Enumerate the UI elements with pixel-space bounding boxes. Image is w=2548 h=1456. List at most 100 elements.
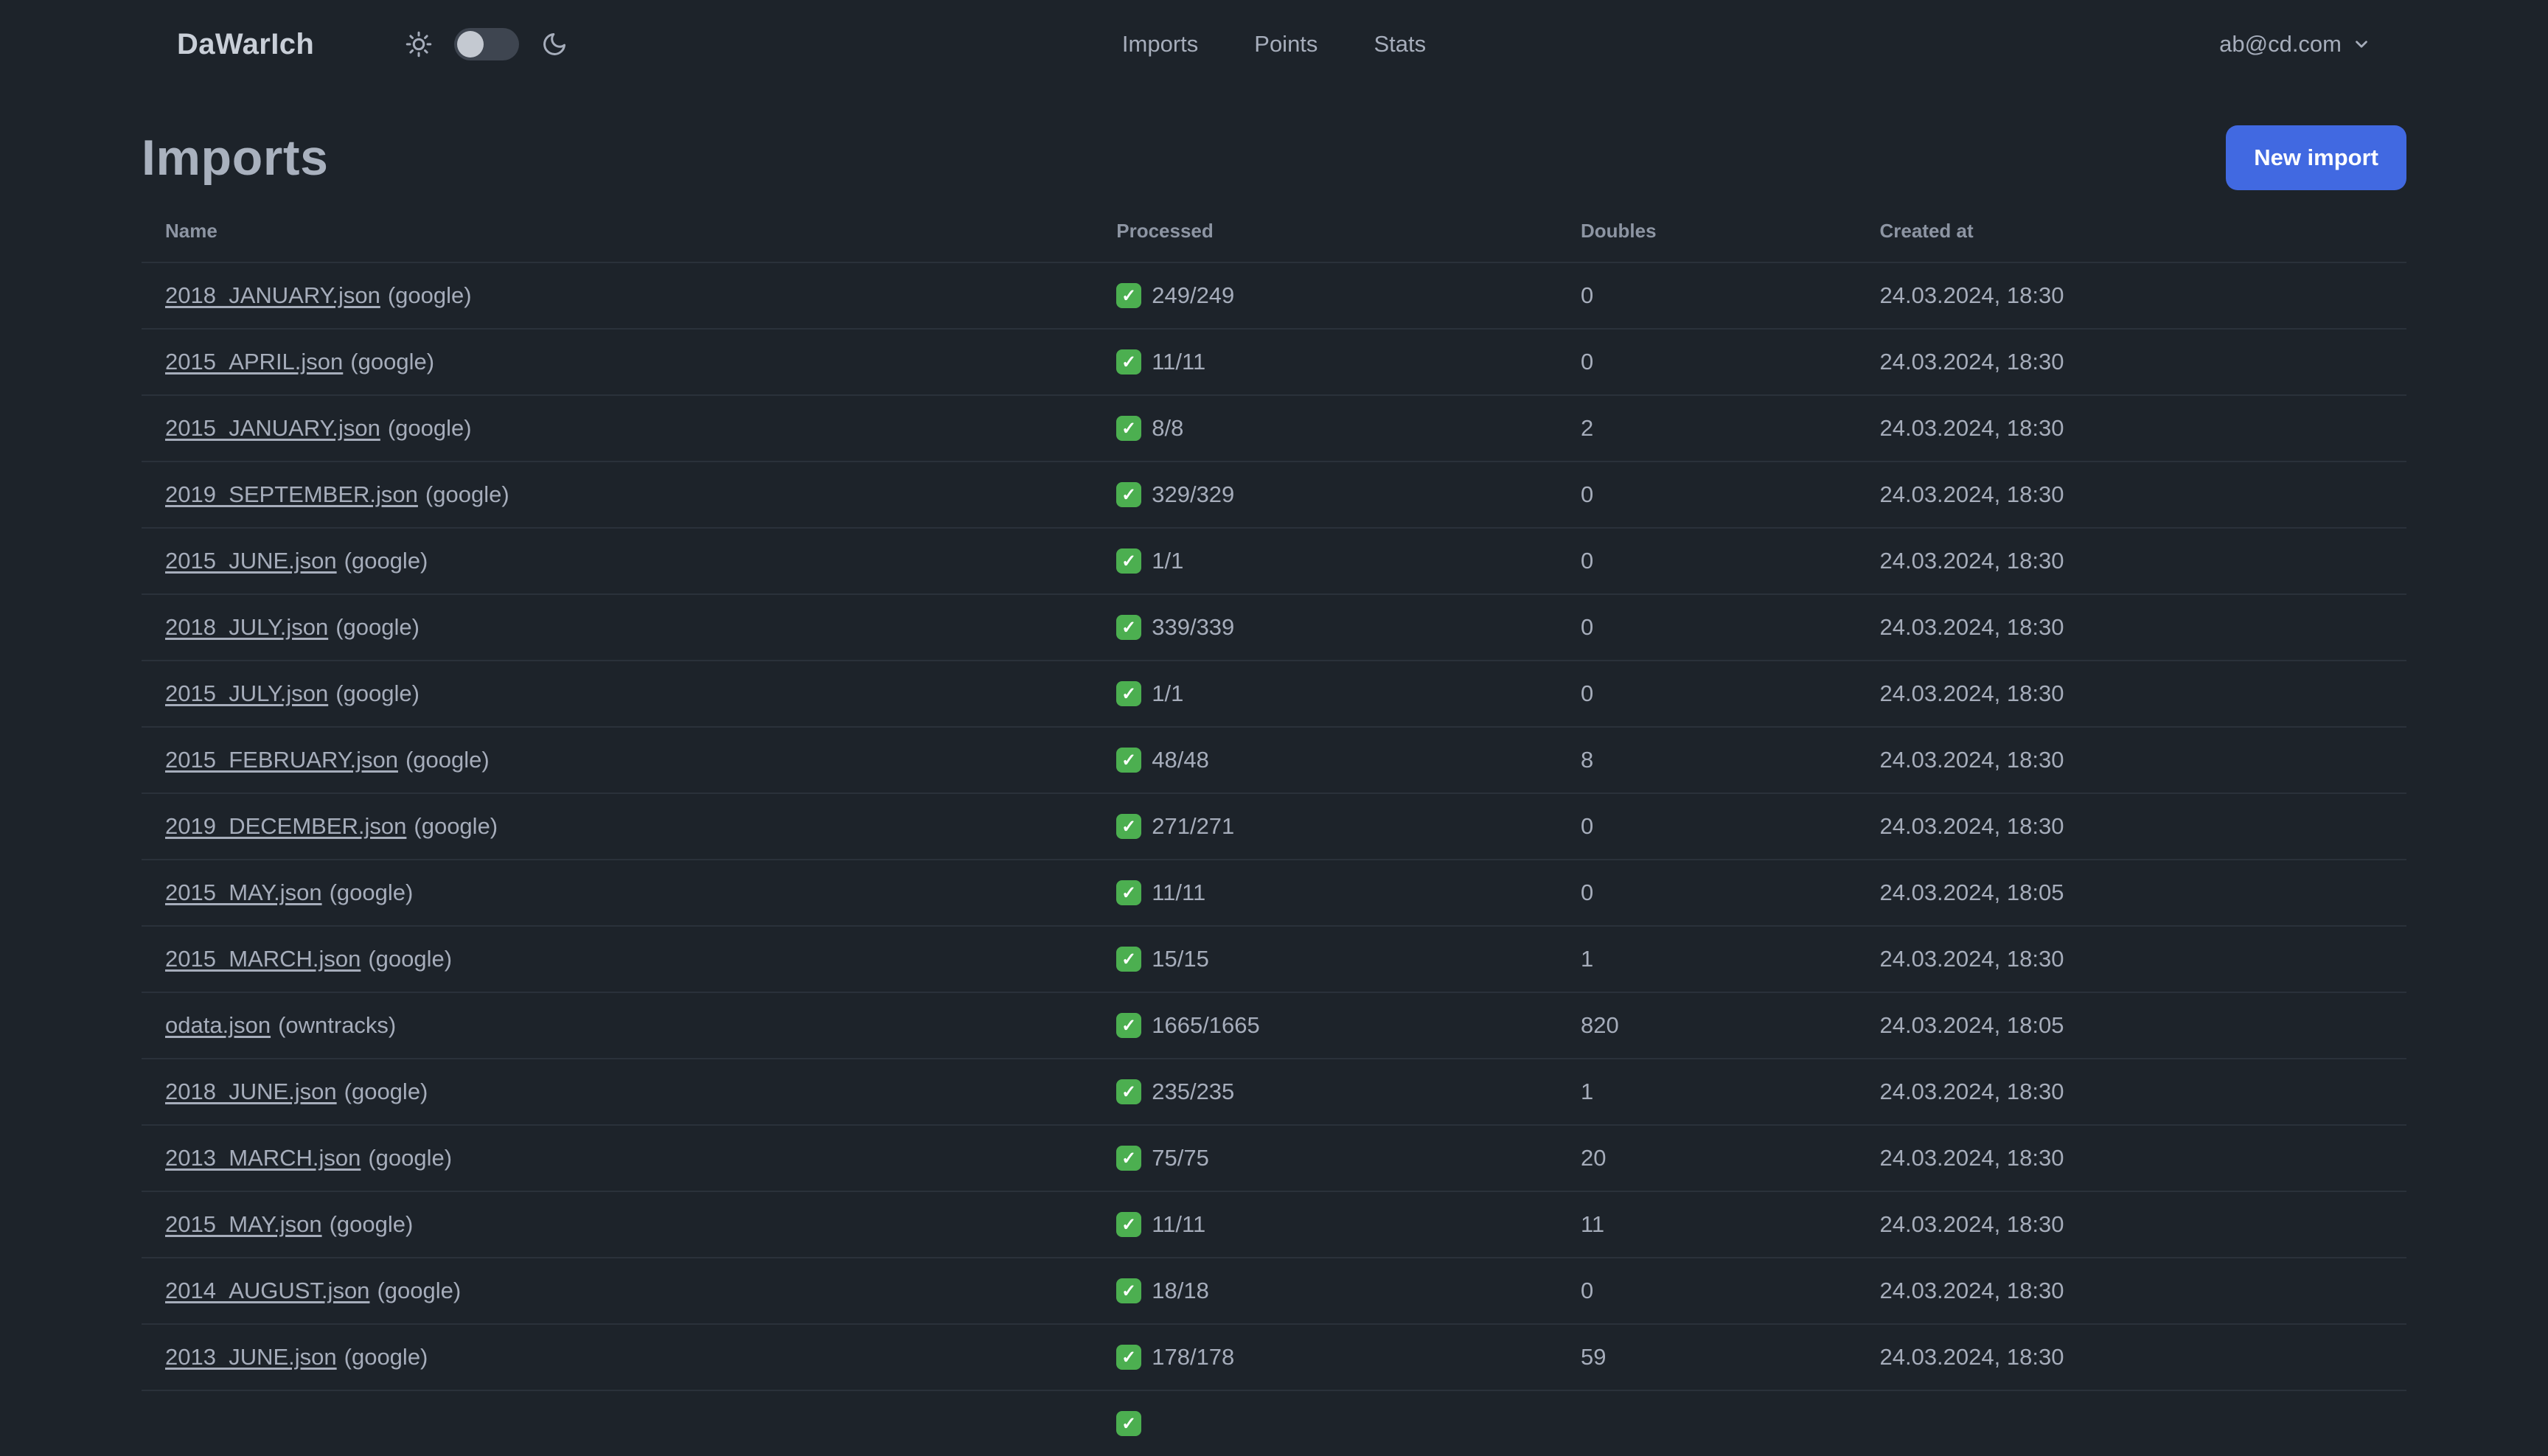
table-row: 2019_DECEMBER.json (google) ✓ 271/271 0 2…: [142, 793, 2406, 860]
import-file-link[interactable]: 2015_JUNE.json: [165, 548, 337, 574]
import-file-link[interactable]: 2018_JANUARY.json: [165, 282, 380, 308]
processed-count: 329/329: [1152, 481, 1235, 507]
imports-table: Name Processed Doubles Created at 2018_J…: [142, 205, 2406, 1456]
success-check-icon: ✓: [1116, 283, 1142, 308]
brand-logo[interactable]: DaWarIch: [177, 28, 314, 61]
table-row: 2015_MARCH.json (google) ✓ 15/15 1 24.03.…: [142, 925, 2406, 992]
processed-cell: ✓ 48/48: [1093, 726, 1557, 793]
created-at-cell: 24.03.2024, 18:30: [1856, 726, 2406, 793]
moon-icon: [541, 31, 568, 58]
import-source: (google): [335, 614, 420, 640]
name-cell: 2015_JUNE.json (google): [142, 527, 1093, 594]
import-file-link[interactable]: 2019_DECEMBER.json: [165, 813, 406, 839]
success-check-icon: ✓: [1116, 681, 1142, 706]
created-at-cell: [1856, 1390, 2406, 1456]
created-at-cell: 24.03.2024, 18:30: [1856, 1124, 2406, 1191]
created-at-cell: 24.03.2024, 18:30: [1856, 262, 2406, 329]
import-file-link[interactable]: 2015_FEBRUARY.json: [165, 747, 398, 773]
created-at-cell: 24.03.2024, 18:30: [1856, 1323, 2406, 1390]
table-row: 2013_MARCH.json (google) ✓ 75/75 20 24.03…: [142, 1124, 2406, 1191]
success-check-icon: ✓: [1116, 416, 1142, 441]
import-source: (google): [405, 747, 490, 773]
processed-cell: ✓ 271/271: [1093, 793, 1557, 860]
new-import-button[interactable]: New import: [2226, 125, 2406, 190]
import-file-link[interactable]: 2015_MAY.json: [165, 1211, 322, 1237]
processed-count: 18/18: [1152, 1278, 1209, 1303]
import-source: (google): [377, 1278, 462, 1303]
chevron-down-icon: [2352, 35, 2371, 54]
success-check-icon: ✓: [1116, 1411, 1142, 1436]
name-cell: 2013_MARCH.json (google): [142, 1124, 1093, 1191]
success-check-icon: ✓: [1116, 1212, 1142, 1237]
processed-count: 48/48: [1152, 747, 1209, 773]
processed-count: 235/235: [1152, 1079, 1235, 1104]
name-cell: 2019_SEPTEMBER.json (google): [142, 461, 1093, 528]
import-file-link[interactable]: 2019_SEPTEMBER.json: [165, 481, 418, 507]
table-row: 2015_APRIL.json (google) ✓ 11/11 0 24.03.…: [142, 328, 2406, 395]
user-menu-button[interactable]: ab@cd.com: [2219, 31, 2371, 58]
name-cell: 2015_FEBRUARY.json (google): [142, 726, 1093, 793]
table-row: 2015_JANUARY.json (google) ✓ 8/8 2 24.03.…: [142, 394, 2406, 461]
table-row: 2015_MAY.json (google) ✓ 11/11 11 24.03.2…: [142, 1191, 2406, 1258]
processed-cell: ✓ 1/1: [1093, 527, 1557, 594]
import-file-link[interactable]: 2014_AUGUST.json: [165, 1278, 369, 1303]
import-file-link[interactable]: 2015_JANUARY.json: [165, 415, 380, 441]
name-cell: odata.json (owntracks): [142, 992, 1093, 1059]
success-check-icon: ✓: [1116, 880, 1142, 905]
main-content: Imports New import Name Processed Double…: [142, 88, 2406, 1456]
import-file-link[interactable]: 2018_JULY.json: [165, 614, 328, 640]
nav-link-stats[interactable]: Stats: [1353, 19, 1447, 69]
column-header-processed: Processed: [1116, 220, 1214, 242]
main-nav: Imports Points Stats: [1101, 19, 1447, 69]
table-row: 2015_JULY.json (google) ✓ 1/1 0 24.03.202…: [142, 660, 2406, 727]
processed-cell: ✓ 235/235: [1093, 1058, 1557, 1125]
table-header: Name Processed Doubles Created at: [142, 205, 2406, 262]
doubles-cell: 1: [1556, 1058, 1856, 1125]
column-header-doubles: Doubles: [1580, 220, 1657, 242]
import-source: (google): [387, 282, 472, 308]
import-file-link[interactable]: 2013_JUNE.json: [165, 1344, 337, 1370]
import-source: (owntracks): [278, 1012, 397, 1038]
name-cell: 2015_JULY.json (google): [142, 660, 1093, 727]
processed-count: 178/178: [1152, 1344, 1235, 1370]
theme-toggle-group: [405, 28, 568, 60]
processed-cell: ✓ 18/18: [1093, 1257, 1557, 1324]
processed-cell: ✓ 1665/1665: [1093, 992, 1557, 1059]
import-file-link[interactable]: 2018_JUNE.json: [165, 1079, 337, 1104]
import-file-link[interactable]: odata.json: [165, 1012, 271, 1038]
created-at-cell: 24.03.2024, 18:30: [1856, 1191, 2406, 1258]
success-check-icon: ✓: [1116, 548, 1142, 574]
processed-count: 75/75: [1152, 1145, 1209, 1171]
doubles-cell: 8: [1556, 726, 1856, 793]
import-file-link[interactable]: 2015_MARCH.json: [165, 946, 361, 972]
doubles-cell: 20: [1556, 1124, 1856, 1191]
nav-link-imports[interactable]: Imports: [1101, 19, 1219, 69]
import-source: (google): [329, 879, 414, 905]
processed-cell: ✓ 15/15: [1093, 925, 1557, 992]
processed-cell: ✓ 11/11: [1093, 859, 1557, 926]
created-at-cell: 24.03.2024, 18:30: [1856, 527, 2406, 594]
name-cell: 2015_JANUARY.json (google): [142, 394, 1093, 461]
theme-toggle[interactable]: [454, 28, 520, 60]
processed-cell: ✓ 8/8: [1093, 394, 1557, 461]
doubles-cell: 0: [1556, 593, 1856, 661]
import-file-link[interactable]: 2013_MARCH.json: [165, 1145, 361, 1171]
success-check-icon: ✓: [1116, 814, 1142, 839]
success-check-icon: ✓: [1116, 482, 1142, 507]
success-check-icon: ✓: [1116, 615, 1142, 640]
processed-count: 1/1: [1152, 680, 1184, 706]
import-file-link[interactable]: 2015_JULY.json: [165, 680, 328, 706]
processed-count: 271/271: [1152, 813, 1235, 839]
success-check-icon: ✓: [1116, 748, 1142, 773]
processed-count: 11/11: [1152, 1211, 1206, 1237]
success-check-icon: ✓: [1116, 1146, 1142, 1171]
table-row: odata.json (owntracks) ✓ 1665/1665 820 24…: [142, 992, 2406, 1059]
import-file-link[interactable]: 2015_APRIL.json: [165, 349, 343, 375]
column-header-name: Name: [165, 220, 217, 242]
import-file-link[interactable]: 2015_MAY.json: [165, 879, 322, 905]
created-at-cell: 24.03.2024, 18:30: [1856, 925, 2406, 992]
success-check-icon: ✓: [1116, 349, 1142, 375]
processed-cell: ✓ 75/75: [1093, 1124, 1557, 1191]
created-at-cell: 24.03.2024, 18:05: [1856, 992, 2406, 1059]
nav-link-points[interactable]: Points: [1233, 19, 1338, 69]
